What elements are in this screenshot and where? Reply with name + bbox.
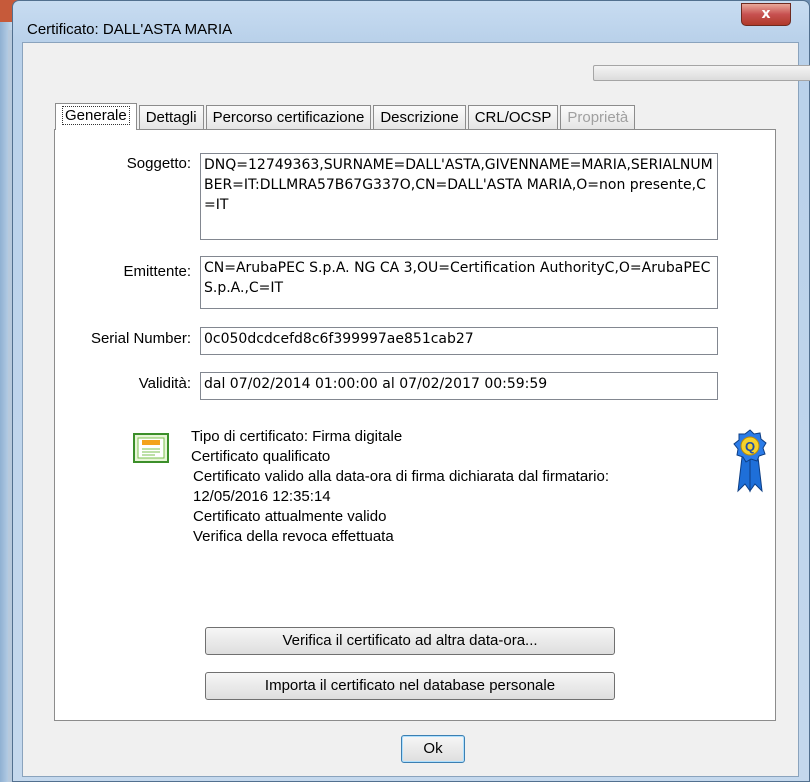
window-title: Certificato: DALL'ASTA MARIA [27,21,233,38]
soggetto-field[interactable]: DNQ=12749363,SURNAME=DALL'ASTA,GIVENNAME… [200,153,718,240]
tab-strip: Generale Dettagli Percorso certificazion… [55,103,637,130]
close-button[interactable]: x [741,3,791,26]
tipo-certificato-text: Tipo di certificato: Firma digitale [191,428,403,445]
certificate-dialog: Certificato: DALL'ASTA MARIA x Generale … [12,0,810,782]
serial-number-label: Serial Number: [90,330,191,347]
tab-dettagli[interactable]: Dettagli [138,105,204,130]
ok-button[interactable]: Ok [401,735,465,763]
validita-field[interactable]: dal 07/02/2014 01:00:00 al 07/02/2017 00… [200,372,718,400]
emittente-label: Emittente: [123,263,191,280]
tab-percorso-certificazione[interactable]: Percorso certificazione [205,105,372,130]
qualificato-text: Certificato qualificato [191,448,331,465]
serial-number-field[interactable]: 0c050dcdcefd8c6f399997ae851cab27 [200,327,718,355]
ribbon-letter: Q [745,439,755,454]
progress-bar [593,65,810,81]
emittente-field[interactable]: CN=ArubaPEC S.p.A. NG CA 3,OU=Certificat… [200,256,718,309]
tab-generale[interactable]: Generale [55,103,137,130]
dialog-client-area: Generale Dettagli Percorso certificazion… [22,42,810,777]
importa-database-button[interactable]: Importa il certificato nel database pers… [205,672,615,700]
valido-text: Certificato valido alla data-ora di firm… [193,468,610,485]
soggetto-label: Soggetto: [126,155,191,172]
certificate-icon [133,433,169,463]
tab-label: Generale [62,106,130,125]
validita-label: Validità: [138,375,191,392]
revoca-text: Verifica della revoca effettuata [193,528,394,545]
attualmente-valido-text: Certificato attualmente valido [193,508,387,525]
tab-descrizione[interactable]: Descrizione [373,105,466,130]
certificate-info: Tipo di certificato: Firma digitale Cert… [191,427,609,547]
qualified-ribbon-icon: Q [733,429,767,493]
verifica-data-ora-button[interactable]: Verifica il certificato ad altra data-or… [205,627,615,655]
valido-date-text: 12/05/2016 12:35:14 [193,488,331,505]
title-bar[interactable]: Certificato: DALL'ASTA MARIA x [13,1,809,41]
tab-proprieta: Proprietà [560,105,636,130]
tab-crl-ocsp[interactable]: CRL/OCSP [467,105,559,130]
